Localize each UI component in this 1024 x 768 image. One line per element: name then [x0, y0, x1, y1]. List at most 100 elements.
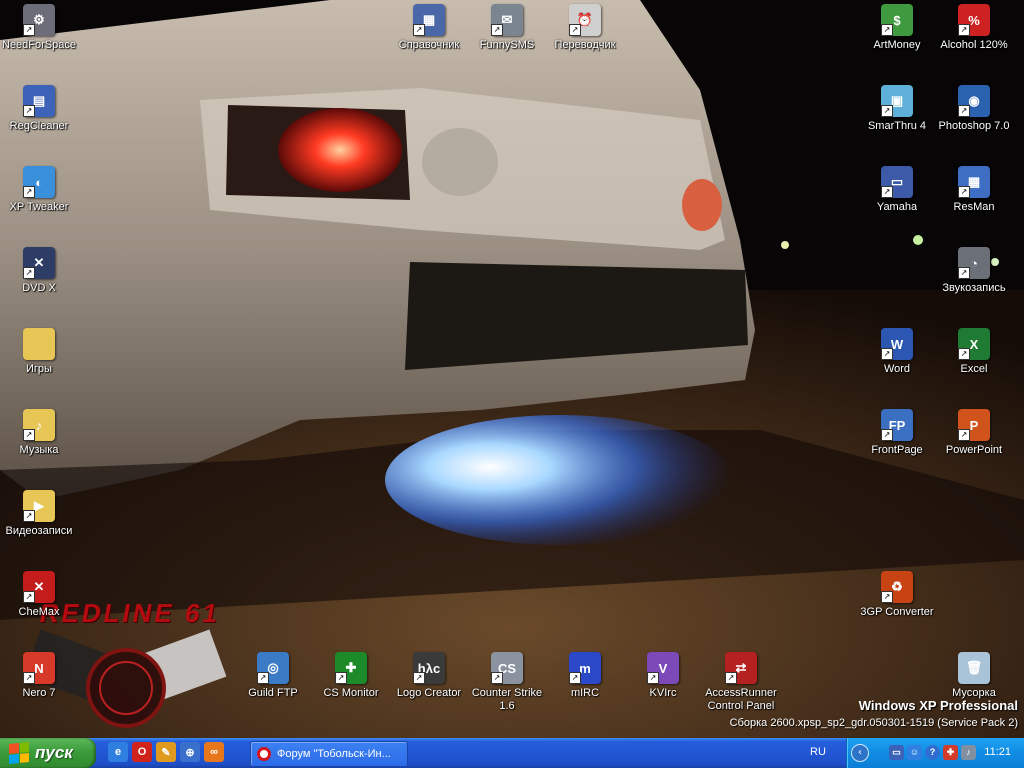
desktop-icon-spravochnik[interactable]: ▦ ↗ Справочник [390, 4, 468, 52]
help-icon[interactable]: ? [925, 745, 940, 760]
taskbar-button-opera-forum[interactable]: Форум "Тобольск-Ин... [250, 741, 408, 767]
desktop-icon-mirc[interactable]: m ↗ mIRC [546, 652, 624, 700]
shortcut-arrow-icon: ↗ [23, 429, 35, 441]
music-icon: ♪ ↗ [23, 409, 55, 441]
zvukozapis-icon: ◔ ↗ [958, 247, 990, 279]
shortcut-arrow-icon: ↗ [23, 24, 35, 36]
show-hidden-icons-chevron-icon[interactable]: ‹ [851, 744, 869, 762]
desktop-icon-label: SmarThru 4 [867, 120, 927, 132]
desktop-icon-label: Logo Creator [396, 687, 462, 699]
ie-icon[interactable]: e [108, 742, 128, 762]
desktop-icon-label: CheMax [18, 606, 60, 618]
desktop-icon-smarthru[interactable]: ▣ ↗ SmarThru 4 [858, 85, 936, 133]
artmoney-icon: $ ↗ [881, 4, 913, 36]
desktop-icon-label: KVIrc [649, 687, 677, 699]
csmonitor-icon: ✚ ↗ [335, 652, 367, 684]
alcohol-icon: % ↗ [958, 4, 990, 36]
shortcut-arrow-icon: ↗ [569, 672, 581, 684]
desktop-icon-perevodchik[interactable]: ⏰ ↗ Переводчик [546, 4, 624, 52]
desktop-icon-yamaha[interactable]: ▭ ↗ Yamaha [858, 166, 936, 214]
desktop-icon-counterstrike[interactable]: CS ↗ Counter Strike 1.6 [468, 652, 546, 713]
desktop-icon-powerpoint[interactable]: P ↗ PowerPoint [935, 409, 1013, 457]
language-indicator[interactable]: RU [810, 746, 826, 758]
desktop-icon-label: 3GP Converter [860, 606, 934, 618]
desktop-icon-frontpage[interactable]: FP ↗ FrontPage [858, 409, 936, 457]
desktop-icon-funnysms[interactable]: ✉ ↗ FunnySMS [468, 4, 546, 52]
chemax-icon: ✕ ↗ [23, 571, 55, 603]
shortcut-arrow-icon: ↗ [491, 24, 503, 36]
desktop-icon-label: AccessRunner Control Panel [705, 687, 777, 712]
desktop-icon-nero[interactable]: N ↗ Nero 7 [0, 652, 78, 700]
desktop-icon-label: Справочник [398, 39, 460, 51]
accessrunner-icon: ⇄ ↗ [725, 652, 757, 684]
logocreator-icon: hλc ↗ [413, 652, 445, 684]
shortcut-arrow-icon: ↗ [569, 24, 581, 36]
shortcut-arrow-icon: ↗ [23, 510, 35, 522]
desktop-icon-regcleaner[interactable]: ▤ ↗ RegCleaner [0, 85, 78, 133]
network-icon[interactable]: ▭ [889, 745, 904, 760]
pencil-icon[interactable]: ✎ [156, 742, 176, 762]
desktop-icon-label: Видеозаписи [5, 525, 73, 537]
desktop-icon-label: Мусорка [952, 687, 996, 699]
desktop-icon-label: Музыка [19, 444, 59, 456]
desktop-icon-alcohol[interactable]: % ↗ Alcohol 120% [935, 4, 1013, 52]
shortcut-arrow-icon: ↗ [881, 429, 893, 441]
desktop-icon-csmonitor[interactable]: ✚ ↗ CS Monitor [312, 652, 390, 700]
games-icon-image [23, 328, 55, 360]
desktop-icon-excel[interactable]: X ↗ Excel [935, 328, 1013, 376]
system-tray: ‹ ▭ ☺ ? ✚ ♪ 11:21 [846, 738, 1024, 768]
desktop-icon-photoshop[interactable]: ◉ ↗ Photoshop 7.0 [935, 85, 1013, 133]
desktop-icon-resman[interactable]: ▦ ↗ ResMan [935, 166, 1013, 214]
shortcut-arrow-icon: ↗ [23, 672, 35, 684]
dvdx-icon: ✕ ↗ [23, 247, 55, 279]
desktop-icon-label: FunnySMS [479, 39, 535, 51]
desktop-icon-word[interactable]: W ↗ Word [858, 328, 936, 376]
shortcut-arrow-icon: ↗ [958, 24, 970, 36]
quick-launch-bar: e O ✎ ⊕ ∞ [108, 742, 224, 762]
yamaha-icon: ▭ ↗ [881, 166, 913, 198]
photoshop-icon: ◉ ↗ [958, 85, 990, 117]
shortcut-arrow-icon: ↗ [257, 672, 269, 684]
desktop-icon-label: Yamaha [876, 201, 918, 213]
desktop-icon-chemax[interactable]: ✕ ↗ CheMax [0, 571, 78, 619]
kvirc-icon: V ↗ [647, 652, 679, 684]
desktop-icon-needforspace[interactable]: ⚙ ↗ NeedForSpace [0, 4, 78, 52]
opera-icon[interactable]: O [132, 742, 152, 762]
desktop-icon-guildftp[interactable]: ◎ ↗ Guild FTP [234, 652, 312, 700]
desktop-icon-label: Nero 7 [22, 687, 56, 699]
guildftp-icon: ◎ ↗ [257, 652, 289, 684]
taskbar: пуск e O ✎ ⊕ ∞ Форум "Тобольск-Ин... RU ‹ ▭ … [0, 738, 1024, 768]
link-icon[interactable]: ∞ [204, 742, 224, 762]
desktop-icon-logocreator[interactable]: hλc ↗ Logo Creator [390, 652, 468, 700]
volume-icon[interactable]: ♪ [961, 745, 976, 760]
desktop-icon-label: ArtMoney [873, 39, 921, 51]
desktop-icon-xptweaker[interactable]: ◐ ↗ XP Tweaker [0, 166, 78, 214]
desktop-icon-artmoney[interactable]: $ ↗ ArtMoney [858, 4, 936, 52]
xptweaker-icon: ◐ ↗ [23, 166, 55, 198]
desktop-icon-games-folder[interactable]: Игры [0, 328, 78, 376]
shortcut-arrow-icon: ↗ [413, 672, 425, 684]
videos-icon: ▶ ↗ [23, 490, 55, 522]
desktop-icon-3gp-converter[interactable]: ♻ ↗ 3GP Converter [858, 571, 936, 619]
desktop-icon-label: Guild FTP [248, 687, 298, 699]
shortcut-arrow-icon: ↗ [23, 267, 35, 279]
desktop-icon-label: Переводчик [554, 39, 616, 51]
desktop-icon-recycle-bin[interactable]: 🗑 Мусорка [935, 652, 1013, 700]
shortcut-arrow-icon: ↗ [725, 672, 737, 684]
messenger-icon[interactable]: ☺ [907, 745, 922, 760]
shortcut-arrow-icon: ↗ [958, 186, 970, 198]
desktop-icon-music-folder[interactable]: ♪ ↗ Музыка [0, 409, 78, 457]
start-button[interactable]: пуск [0, 738, 96, 768]
desktop-icon-kvirc[interactable]: V ↗ KVIrc [624, 652, 702, 700]
desktop-icon-dvdx[interactable]: ✕ ↗ DVD X [0, 247, 78, 295]
desktop-icon-label: Alcohol 120% [940, 39, 1008, 51]
security-center-icon[interactable]: ✚ [943, 745, 958, 760]
clock[interactable]: 11:21 [984, 746, 1011, 758]
desktop-icon-label: Counter Strike 1.6 [471, 687, 543, 712]
desktop-icon-accessrunner[interactable]: ⇄ ↗ AccessRunner Control Panel [702, 652, 780, 713]
desktop-icon-label: XP Tweaker [9, 201, 69, 213]
desktop-icon-videos-folder[interactable]: ▶ ↗ Видеозаписи [0, 490, 78, 538]
outlook-icon[interactable]: ⊕ [180, 742, 200, 762]
threegp-icon: ♻ ↗ [881, 571, 913, 603]
desktop-icon-zvukozapis[interactable]: ◔ ↗ Звукозапись [935, 247, 1013, 295]
